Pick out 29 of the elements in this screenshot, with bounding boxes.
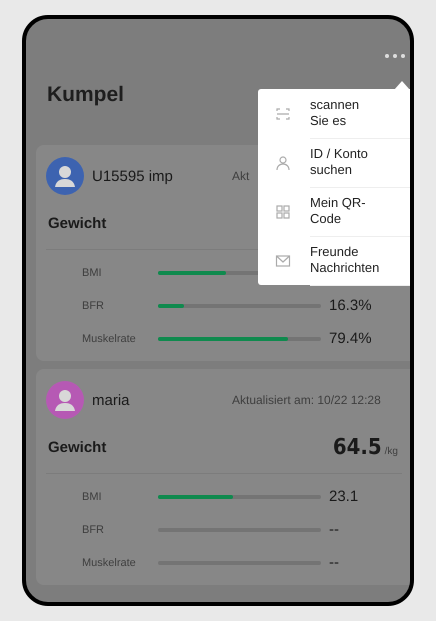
metric-label: BMI bbox=[81, 266, 103, 278]
qr-code-icon bbox=[275, 204, 291, 220]
metric-label: BFR bbox=[81, 300, 105, 312]
menu-item[interactable]: Mein QR- Code bbox=[310, 186, 410, 236]
metric-value: 16.3% bbox=[329, 297, 372, 314]
metric-value: -- bbox=[329, 521, 339, 538]
more-icon[interactable] bbox=[384, 53, 406, 59]
metric-label: BFR bbox=[81, 524, 105, 536]
menu-item[interactable]: Freunde Nachrichten bbox=[310, 236, 410, 286]
metric-label: BMI bbox=[81, 490, 103, 502]
weight-label: Gewicht bbox=[48, 438, 106, 456]
friend-name: U15595 imp bbox=[92, 168, 173, 184]
metric-value: 79.4% bbox=[329, 330, 372, 347]
metric-label: Muskelrate bbox=[81, 556, 137, 568]
weight-label: Gewicht bbox=[48, 214, 106, 232]
friend-card[interactable]: maria Aktualisiert am: 10/22 12:28 Gewicht 64.5/kg BMI 23.1 BFR -- Muskelrate -- bbox=[36, 369, 410, 585]
scan-icon bbox=[275, 106, 291, 122]
updated-time: Aktualisiert am: 10/22 12:28 bbox=[232, 393, 381, 407]
metric-label: Muskelrate bbox=[81, 332, 137, 344]
metric-value: -- bbox=[329, 554, 339, 571]
updated-time: Akt bbox=[232, 169, 250, 183]
metric-value: 23.1 bbox=[329, 488, 358, 505]
weight-unit: /kg bbox=[384, 446, 398, 456]
page-title: Kumpel bbox=[46, 82, 124, 108]
weight-value: 64.5 bbox=[332, 434, 382, 460]
friend-name: maria bbox=[92, 392, 130, 408]
person-icon bbox=[275, 154, 291, 170]
envelope-icon bbox=[275, 252, 291, 268]
menu-item[interactable]: scannen Sie es bbox=[310, 88, 410, 138]
